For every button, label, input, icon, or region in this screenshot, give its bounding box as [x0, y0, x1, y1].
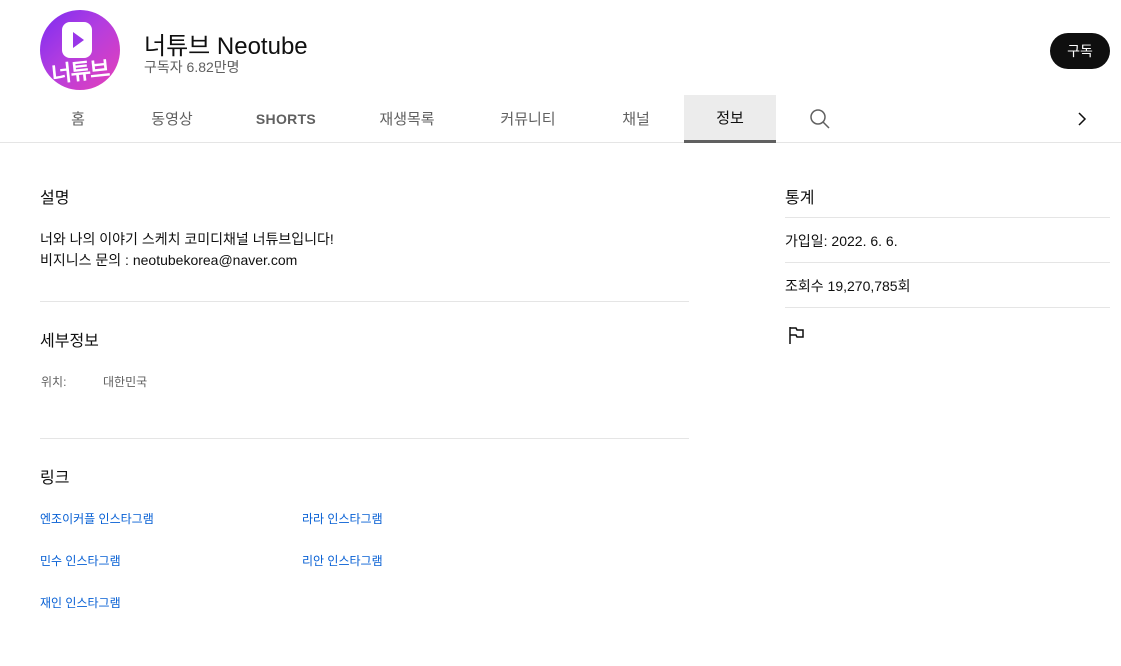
subscriber-count: 구독자 6.82만명	[144, 59, 240, 75]
location-label: 위치:	[41, 375, 67, 389]
divider	[40, 438, 689, 439]
link-item[interactable]: 엔조이커플 인스타그램	[40, 510, 154, 527]
link-item[interactable]: 민수 인스타그램	[40, 552, 121, 569]
link-item[interactable]: 리안 인스타그램	[302, 552, 383, 569]
channel-header: 너튜브 너튜브 Neotube 구독자 6.82만명 구독	[0, 0, 1121, 96]
flag-icon[interactable]	[786, 325, 806, 345]
link-item[interactable]: 라라 인스타그램	[302, 510, 383, 527]
tab-home[interactable]: 홈	[58, 95, 98, 142]
location-value: 대한민국	[103, 375, 148, 389]
tab-about[interactable]: 정보	[684, 95, 776, 143]
links-title: 링크	[40, 470, 70, 487]
details-title: 세부정보	[40, 333, 99, 350]
chevron-right-icon[interactable]	[1072, 107, 1092, 131]
tab-playlists[interactable]: 재생목록	[368, 95, 446, 142]
channel-name: 너튜브 Neotube	[144, 33, 308, 60]
description-text: 너와 나의 이야기 스케치 코미디채널 너튜브입니다! 비지니스 문의 : ne…	[40, 229, 334, 271]
description-title: 설명	[40, 190, 70, 207]
tab-channels[interactable]: 채널	[610, 95, 662, 142]
link-item[interactable]: 재인 인스타그램	[40, 594, 121, 611]
search-icon[interactable]	[808, 107, 832, 131]
tab-community[interactable]: 커뮤니티	[489, 95, 567, 142]
tab-shorts[interactable]: SHORTS	[246, 95, 326, 142]
description-line: 너와 나의 이야기 스케치 코미디채널 너튜브입니다!	[40, 231, 334, 247]
view-count: 조회수 19,270,785회	[785, 278, 911, 294]
channel-avatar[interactable]: 너튜브	[40, 10, 120, 90]
channel-tabs: 홈 동영상 SHORTS 재생목록 커뮤니티 채널 정보	[0, 95, 1121, 143]
tab-videos[interactable]: 동영상	[140, 95, 204, 142]
divider	[40, 301, 689, 302]
avatar-logo-text: 너튜브	[50, 57, 111, 88]
stats-title: 통계	[785, 190, 815, 207]
description-line: 비지니스 문의 : neotubekorea@naver.com	[40, 252, 298, 268]
divider	[785, 307, 1110, 308]
divider	[785, 262, 1110, 263]
subscribe-button[interactable]: 구독	[1050, 33, 1110, 69]
joined-date: 가입일: 2022. 6. 6.	[785, 233, 898, 249]
divider	[785, 217, 1110, 218]
